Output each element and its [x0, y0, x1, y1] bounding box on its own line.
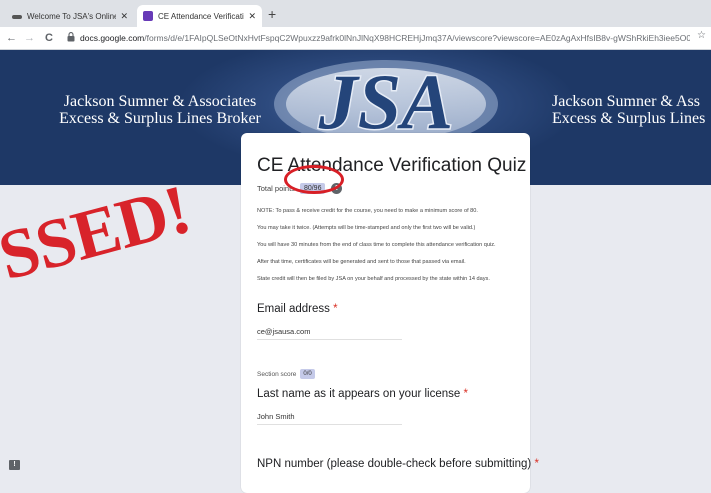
url-field[interactable]: docs.google.com/forms/d/e/1FAIpQLSeOtNxH… — [80, 32, 690, 44]
company-line-2: Excess & Surplus Lines — [552, 110, 706, 127]
company-line-2: Excess & Surplus Lines Broker — [59, 110, 261, 127]
required-marker: * — [534, 458, 539, 470]
reload-icon[interactable]: C — [45, 30, 53, 46]
question-label: Last name as it appears on your license — [257, 388, 461, 400]
feedback-icon[interactable]: ! — [9, 460, 20, 470]
question-npn: NPN number (please double-check before s… — [257, 458, 539, 470]
form-card: CE Attendance Verification Quiz Total po… — [241, 133, 539, 493]
url-host: docs.google.com — [80, 33, 145, 43]
required-marker: * — [333, 303, 338, 315]
note-line: You may take it twice. (Attempts will be… — [257, 225, 476, 231]
section-score-label: Section score — [257, 370, 297, 378]
tab-quiz[interactable]: CE Attendance Verification Quiz ✕ — [137, 5, 262, 27]
address-bar: ← → C docs.google.com/forms/d/e/1FAIpQLS… — [0, 27, 711, 50]
company-name-left: Jackson Sumner & Associates Excess & Sur… — [30, 93, 290, 127]
close-icon[interactable]: ✕ — [248, 11, 256, 22]
company-line-1: Jackson Sumner & Associates — [63, 93, 257, 110]
note-line: You will have 30 minutes from the end of… — [257, 242, 496, 248]
bookmark-star-icon[interactable]: ☆ — [697, 30, 706, 41]
logo-text: JSA — [318, 58, 453, 145]
url-path: /forms/d/e/1FAIpQLSeOtNxHvtFspqC2Wpuxzz9… — [144, 33, 690, 43]
tab-title: Welcome To JSA's Online CE – Jo — [27, 11, 117, 21]
section-score: Section score 0/0 — [257, 369, 315, 379]
forward-arrow-icon[interactable]: → — [24, 30, 35, 46]
question-last-name: Last name as it appears on your license … — [257, 388, 468, 400]
last-name-answer: John Smith — [257, 412, 402, 425]
question-email: Email address * — [257, 303, 338, 315]
note-line: State credit will then be filed by JSA o… — [257, 276, 490, 282]
close-icon[interactable]: ✕ — [120, 11, 128, 22]
tab-bar: Welcome To JSA's Online CE – Jo ✕ CE Att… — [0, 0, 711, 27]
back-arrow-icon[interactable]: ← — [6, 30, 17, 46]
score-highlight-circle — [284, 165, 344, 194]
section-score-badge: 0/0 — [300, 369, 315, 379]
new-tab-button[interactable]: + — [268, 7, 276, 21]
forms-favicon-icon — [143, 11, 153, 21]
question-label: NPN number (please double-check before s… — [257, 458, 532, 470]
email-answer: ce@jsausa.com — [257, 327, 402, 340]
company-name-right: Jackson Sumner & Ass Excess & Surplus Li… — [552, 93, 711, 127]
tab-title: CE Attendance Verification Quiz — [158, 11, 244, 21]
lock-icon — [67, 32, 75, 42]
note-line: After that time, certificates will be ge… — [257, 259, 466, 265]
tab-welcome[interactable]: Welcome To JSA's Online CE – Jo ✕ — [6, 5, 134, 27]
question-label: Email address — [257, 303, 330, 315]
site-favicon-icon — [12, 14, 22, 19]
required-marker: * — [463, 388, 468, 400]
note-line: NOTE: To pass & receive credit for the c… — [257, 208, 478, 214]
company-line-1: Jackson Sumner & Ass — [552, 93, 700, 110]
passed-stamp: SSED! — [0, 171, 198, 296]
